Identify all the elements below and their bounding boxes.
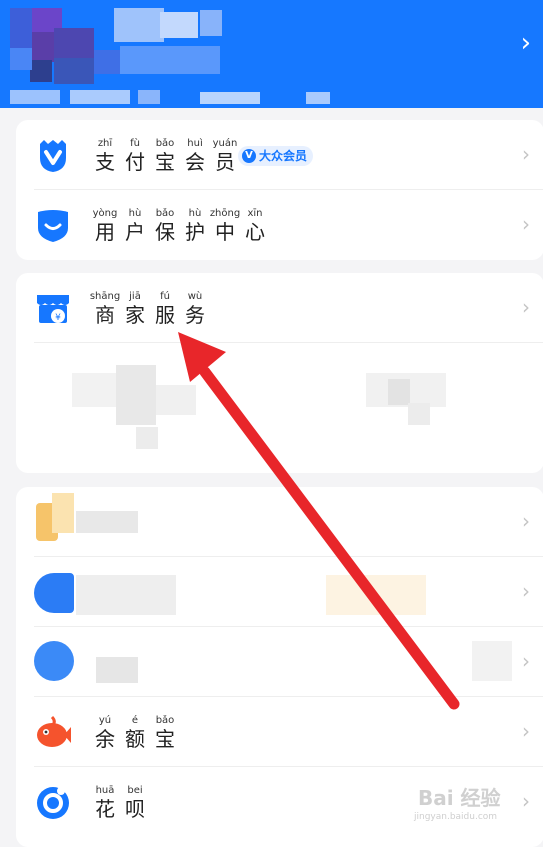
merchant-store-icon: ¥	[37, 295, 69, 323]
chevron-right-icon: ›	[522, 789, 530, 813]
yuebao-row[interactable]: yú 余 é额 bǎo 宝 ›	[16, 697, 543, 767]
chevron-right-icon: ›	[522, 142, 530, 166]
row-label: zhī 支 fù 付 bǎo 宝 huì 会 yuán 员	[95, 138, 238, 174]
blurred-profile-info	[10, 8, 330, 104]
merchant-services-row[interactable]: ¥ shāng 商 jiā 家 fú 服 wù 务 ›	[16, 273, 543, 343]
header-chevron-icon: ›	[520, 28, 531, 58]
blurred-blue-icon	[34, 573, 74, 613]
row-label: huā 花 bei 呗	[95, 785, 145, 821]
merchant-card: ¥ shāng 商 jiā 家 fú 服 wù 务 ›	[16, 273, 543, 473]
shield-icon	[38, 210, 68, 242]
huabei-icon	[37, 787, 69, 819]
badge-v-icon: V	[242, 149, 256, 163]
chevron-right-icon: ›	[522, 212, 530, 236]
profile-header[interactable]: ›	[0, 0, 543, 108]
member-badge: V 大众会员	[238, 146, 314, 166]
blurred-row-2[interactable]: ›	[16, 557, 543, 627]
row-label: yòng 用 hù 户 bǎo 保 hù 护 zhōng 中 xīn 心	[92, 208, 265, 244]
row-label: yú 余 é额 bǎo 宝	[95, 715, 175, 751]
user-protection-row[interactable]: yòng 用 hù 户 bǎo 保 hù 护 zhōng 中 xīn 心 ›	[16, 190, 543, 260]
yuebao-fish-icon	[37, 715, 71, 747]
membership-card: zhī 支 fù 付 bǎo 宝 huì 会 yuán 员 V 大众会员 › yòng 用 h…	[16, 120, 543, 260]
baidu-watermark: Bai 经验 jingyan.baidu.com	[414, 786, 501, 822]
chevron-right-icon: ›	[522, 579, 530, 603]
blurred-row-3[interactable]: ›	[16, 627, 543, 697]
chevron-right-icon: ›	[522, 295, 530, 319]
chevron-right-icon: ›	[522, 719, 530, 743]
chevron-right-icon: ›	[522, 649, 530, 673]
chevron-right-icon: ›	[522, 509, 530, 533]
blurred-row-1[interactable]: ›	[16, 487, 543, 557]
row-divider	[34, 342, 543, 343]
alipay-member-row[interactable]: zhī 支 fù 付 bǎo 宝 huì 会 yuán 员 V 大众会员 ›	[16, 120, 543, 190]
vip-member-icon	[40, 140, 66, 172]
blurred-blue-coin-icon	[34, 641, 74, 681]
svg-text:¥: ¥	[55, 313, 61, 323]
row-label: shāng 商 jiā 家 fú 服 wù 务	[89, 291, 205, 327]
